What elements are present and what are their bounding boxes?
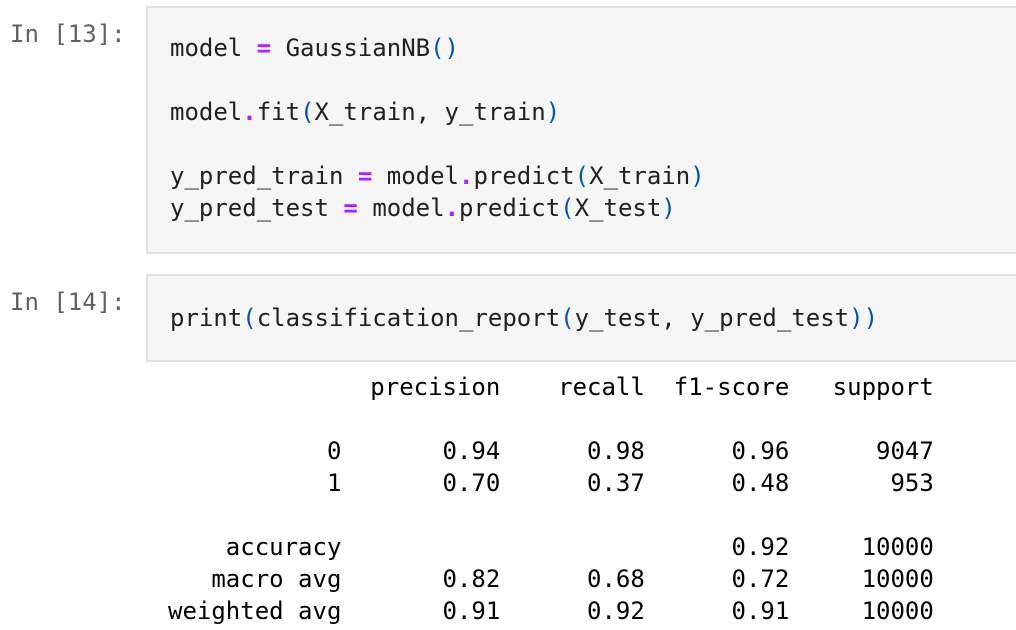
code-cell-13[interactable]: model = GaussianNB() model.fit(X_train, y… [146,6,1016,254]
code-token: predict [459,194,561,222]
code-paren: ) [661,194,676,222]
code-editor-14[interactable]: print(classification_report(y_test, y_pr… [170,302,878,334]
code-paren: () [430,34,460,62]
code-operator: . [444,194,460,222]
code-paren: ( [242,304,257,332]
code-token: fit [256,98,301,126]
output-line: macro avg 0.82 0.68 0.72 10000 [168,565,934,593]
output-line: 0 0.94 0.98 0.96 9047 [168,437,934,465]
code-token: model [170,98,243,126]
code-paren: ) [545,98,561,126]
input-prompt-13: In [13]: [10,20,126,48]
code-paren: ( [560,194,575,222]
input-prompt-14: In [14]: [10,288,126,316]
output-line-blank [168,403,934,435]
code-token: X_test [574,194,662,222]
code-token: X_train [589,162,691,190]
code-line: y_pred_train = model.predict(X_train) [170,160,705,192]
code-token: y_pred_train [170,162,344,190]
code-operator: = [343,162,387,190]
output-line: weighted avg 0.91 0.92 0.91 10000 [168,597,934,625]
code-token: y_pred_test [170,194,329,222]
code-paren: )) [849,304,879,332]
code-paren: ) [690,162,705,190]
code-paren: ( [560,304,575,332]
code-editor-13[interactable]: model = GaussianNB() model.fit(X_train, y… [170,32,705,224]
code-token: model [386,162,459,190]
code-token: X_train, y_train [314,98,546,126]
code-operator: . [459,162,474,190]
code-token: y_test, y_pred_test [574,304,850,332]
code-paren: ( [300,98,315,126]
code-token: print [170,304,243,332]
code-token: model [170,34,243,62]
code-token: classification_report [256,304,561,332]
code-line: model.fit(X_train, y_train) [170,96,705,128]
code-cell-14[interactable]: print(classification_report(y_test, y_pr… [146,274,1016,362]
cell-output-14: precision recall f1-score support 0 0.94… [168,371,934,627]
code-line: print(classification_report(y_test, y_pr… [170,302,878,334]
code-token: model [372,194,445,222]
output-line: precision recall f1-score support [168,373,934,401]
code-line: y_pred_test = model.predict(X_test) [170,192,705,224]
output-line-blank [168,499,934,531]
code-operator: = [328,194,373,222]
code-token: predict [473,162,575,190]
code-paren: ( [574,162,590,190]
code-token: GaussianNB [285,34,431,62]
output-line: 1 0.70 0.37 0.48 953 [168,469,934,497]
code-operator: . [242,98,257,126]
code-operator: = [242,34,286,62]
code-line: model = GaussianNB() [170,32,705,64]
output-line: accuracy 0.92 10000 [168,533,934,561]
